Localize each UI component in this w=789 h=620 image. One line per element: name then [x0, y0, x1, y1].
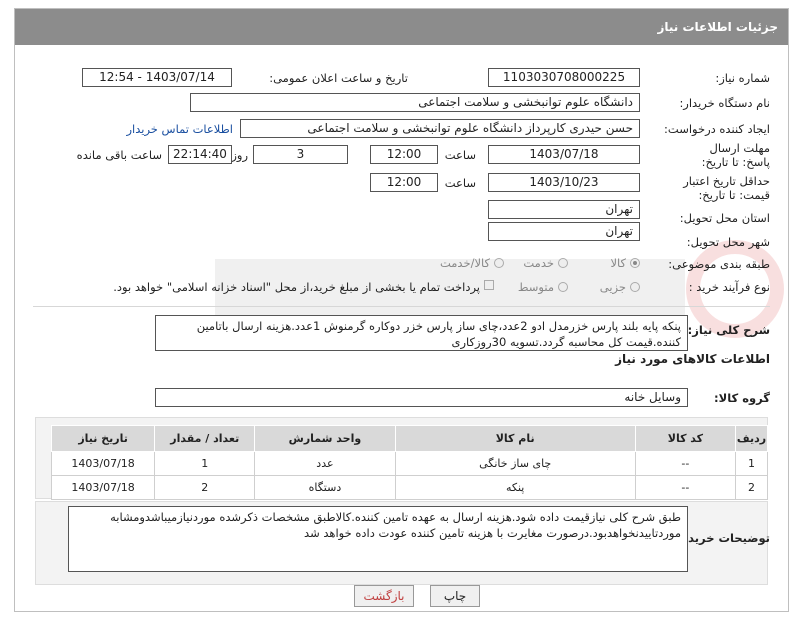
purchase-medium-radio[interactable] [558, 282, 568, 292]
table-row: 1 -- چای ساز خانگی عدد 1 1403/07/18 [50, 451, 769, 476]
validity-time-field: 12:00 [370, 173, 438, 192]
col-unit: واحد شمارش [254, 425, 396, 452]
page-frame: جزئیات اطلاعات نیاز شماره نیاز: 11030307… [14, 8, 789, 612]
col-code: کد کالا [634, 425, 736, 452]
province-label: استان محل تحویل: [679, 211, 770, 225]
deadline-date-field: 1403/07/18 [488, 145, 640, 164]
cell-date: 1403/07/18 [50, 451, 156, 476]
goods-group-field: وسایل خانه [155, 388, 688, 407]
category-label: طبقه بندی موضوعی: [668, 257, 770, 271]
page-title: جزئیات اطلاعات نیاز [15, 9, 788, 45]
purchase-type-label: نوع فرآیند خرید : [688, 280, 770, 294]
treasury-note: پرداخت تمام یا بخشی از مبلغ خرید،از محل … [113, 280, 480, 294]
description-field: پنکه پایه بلند پارس خزرمدل ادو 2عدد،چای … [155, 315, 688, 351]
back-button[interactable]: بازگشت [354, 585, 414, 607]
deadline-time-label: ساعت [444, 148, 476, 162]
remaining-label: ساعت باقی مانده [76, 148, 162, 162]
requester-field: حسن حیدری کارپرداز دانشگاه علوم توانبخشی… [240, 119, 640, 138]
cell-code: -- [634, 451, 736, 476]
buyer-notes-field: طبق شرح کلی نیازقیمت داده شود.هزینه ارسا… [68, 506, 688, 572]
purchase-small-label: جزیی [599, 280, 626, 294]
days-left-field: 3 [253, 145, 348, 164]
cell-row: 1 [734, 451, 769, 476]
category-both-radio[interactable] [494, 258, 504, 268]
cell-qty: 2 [154, 475, 256, 500]
cell-unit: عدد [254, 451, 396, 476]
cell-unit: دستگاه [254, 475, 396, 500]
cell-code: -- [634, 475, 736, 500]
print-button[interactable]: چاپ [430, 585, 480, 607]
col-date: تاریخ نیاز [50, 425, 156, 452]
category-goods-label: کالا [610, 256, 626, 270]
table-row: 2 -- پنکه دستگاه 2 1403/07/18 [50, 475, 769, 500]
col-name: نام کالا [394, 425, 636, 452]
need-number-label: شماره نیاز: [715, 71, 770, 85]
category-goods-radio[interactable] [630, 258, 640, 268]
validity-label: حداقل تاریخ اعتبار قیمت: تا تاریخ: [683, 174, 770, 202]
deadline-time-field: 12:00 [370, 145, 438, 164]
cell-qty: 1 [154, 451, 256, 476]
description-label: شرح کلی نیاز: [687, 323, 770, 337]
announce-field: 1403/07/14 - 12:54 [82, 68, 232, 87]
goods-table: ردیف کد کالا نام کالا واحد شمارش تعداد /… [50, 425, 769, 500]
buyer-field: دانشگاه علوم توانبخشی و سلامت اجتماعی [190, 93, 640, 112]
cell-row: 2 [734, 475, 769, 500]
need-number-field: 1103030708000225 [488, 68, 640, 87]
purchase-small-radio[interactable] [630, 282, 640, 292]
goods-section-title: اطلاعات کالاهای مورد نیاز [615, 352, 770, 366]
buyer-contact-link[interactable]: اطلاعات تماس خریدار [126, 122, 233, 136]
requester-label: ایجاد کننده درخواست: [664, 122, 770, 136]
buyer-label: نام دستگاه خریدار: [679, 96, 770, 110]
validity-time-label: ساعت [444, 176, 476, 190]
goods-group-label: گروه کالا: [714, 391, 770, 405]
cell-name: پنکه [394, 475, 636, 500]
divider [33, 306, 770, 307]
purchase-medium-label: متوسط [517, 280, 554, 294]
province-field: تهران [488, 200, 640, 219]
city-field: تهران [488, 222, 640, 241]
validity-date-field: 1403/10/23 [488, 173, 640, 192]
category-service-label: خدمت [523, 256, 554, 270]
col-row: ردیف [734, 425, 769, 452]
remaining-time-field: 22:14:40 [168, 145, 232, 164]
treasury-checkbox[interactable] [484, 280, 494, 290]
announce-label: تاریخ و ساعت اعلان عمومی: [269, 71, 408, 85]
category-both-label: کالا/خدمت [439, 256, 490, 270]
deadline-label: مهلت ارسال پاسخ: تا تاریخ: [701, 141, 770, 169]
cell-name: چای ساز خانگی [394, 451, 636, 476]
category-service-radio[interactable] [558, 258, 568, 268]
table-header-row: ردیف کد کالا نام کالا واحد شمارش تعداد /… [50, 425, 769, 452]
col-qty: تعداد / مقدار [154, 425, 256, 452]
cell-date: 1403/07/18 [50, 475, 156, 500]
city-label: شهر محل تحویل: [686, 235, 770, 249]
